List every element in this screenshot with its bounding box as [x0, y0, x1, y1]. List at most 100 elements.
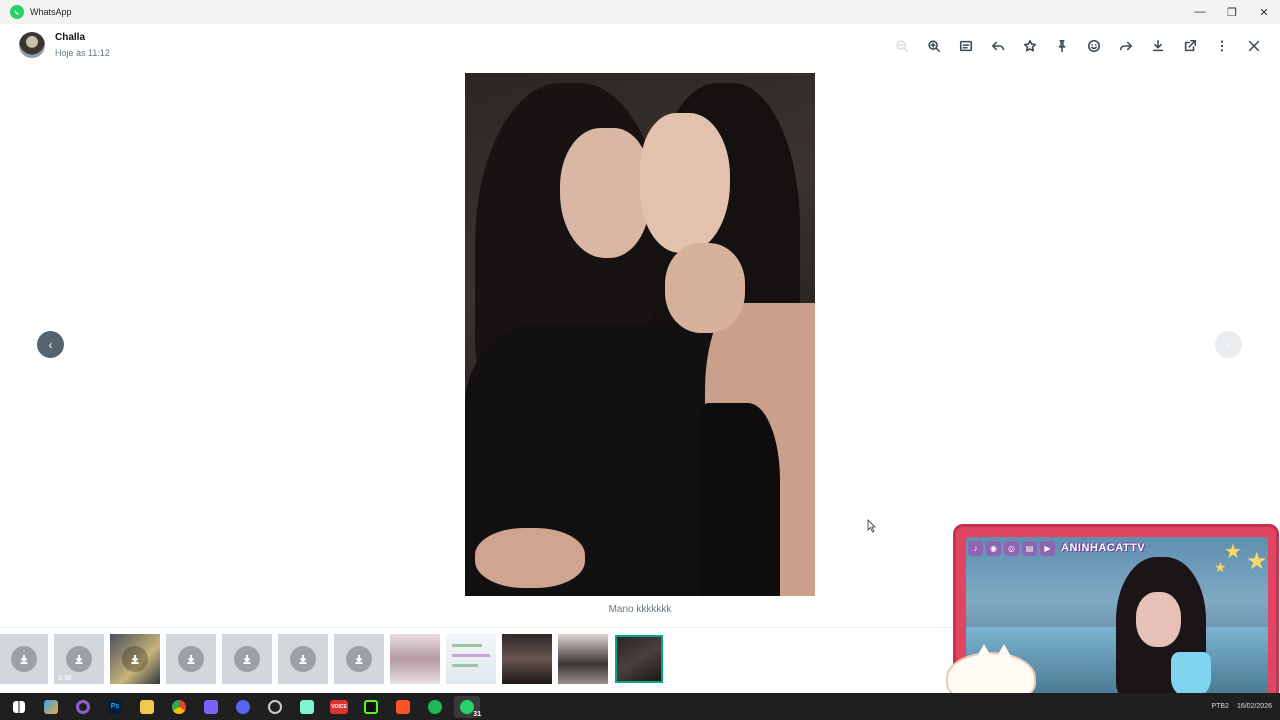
- open-external-icon: [1184, 39, 1197, 52]
- instagram-icon: ◎: [1004, 540, 1019, 556]
- windows-taskbar: Ps VOICE 31 PTB2 16/02/2026: [0, 693, 1280, 720]
- tray-date[interactable]: 16/02/2026: [1237, 703, 1272, 710]
- thumbnail-item[interactable]: [390, 634, 440, 684]
- taskbar-file-explorer[interactable]: [134, 696, 160, 718]
- taskbar-streamlabs[interactable]: [294, 696, 320, 718]
- start-icon: [13, 700, 25, 713]
- window-close-button[interactable]: ✕: [1248, 0, 1280, 24]
- webcam-shape: [1136, 592, 1181, 647]
- start-button[interactable]: [6, 696, 32, 718]
- avatar[interactable]: [19, 32, 45, 58]
- zoom-in-button[interactable]: [918, 30, 950, 62]
- star-decoration-icon: ★: [1246, 548, 1268, 575]
- photo-shape: [475, 528, 585, 588]
- taskbar-photoshop[interactable]: Ps: [102, 696, 128, 718]
- caption-button[interactable]: [950, 30, 982, 62]
- taskbar-brave[interactable]: [390, 696, 416, 718]
- photoshop-icon: Ps: [108, 699, 122, 714]
- pin-button[interactable]: [1046, 30, 1078, 62]
- viewer-toolbar: [886, 30, 1270, 62]
- copilot-icon: [44, 699, 58, 714]
- overlay-social-bar: ♪ ◉ ◎ ▤ ▶ ANINHACATTV: [968, 539, 1145, 557]
- brave-icon: [396, 699, 410, 714]
- photo-shape: [700, 403, 780, 596]
- sender-name: Challa: [55, 32, 86, 43]
- thumbnail-item[interactable]: [110, 634, 160, 684]
- thumbnail-item[interactable]: [278, 634, 328, 684]
- photo-shape: [560, 128, 650, 258]
- forward-icon: [1119, 41, 1133, 51]
- streamlabs-icon: [300, 699, 314, 714]
- download-icon: [234, 646, 260, 672]
- thumbnail-detail: [452, 664, 478, 667]
- mouse-cursor-icon: [867, 519, 876, 533]
- thumbnail-item[interactable]: 3:38: [54, 634, 104, 684]
- taskbar-chrome[interactable]: [166, 696, 192, 718]
- caption-icon: [959, 40, 973, 52]
- thumbnail-item-selected[interactable]: [615, 635, 663, 683]
- zoom-out-button: [886, 30, 918, 62]
- media-thumbnail-strip: 3:38: [0, 634, 664, 684]
- reply-icon: [991, 41, 1005, 51]
- taskbar-whatsapp[interactable]: 31: [454, 695, 482, 718]
- chrome-icon: [172, 699, 186, 714]
- taskbar-obs[interactable]: [262, 696, 288, 718]
- twitch-icon: ▤: [1022, 540, 1037, 556]
- whatsapp-logo-icon: [10, 5, 24, 19]
- thumbnail-detail: [452, 654, 490, 657]
- taskbar-kick[interactable]: [358, 696, 384, 718]
- voicemeeter-icon: VOICE: [330, 699, 348, 714]
- star-decoration-icon: ★: [1214, 559, 1227, 575]
- reply-button[interactable]: [982, 30, 1014, 62]
- thumbnail-item[interactable]: [446, 634, 496, 684]
- cat-ear: [996, 644, 1012, 658]
- thumbnail-item[interactable]: [0, 634, 48, 684]
- spotify-icon: [428, 699, 442, 714]
- taskbar-video-editor[interactable]: [198, 696, 224, 718]
- react-button[interactable]: [1078, 30, 1110, 62]
- kick-icon: [364, 699, 378, 714]
- thumbnail-item[interactable]: [334, 634, 384, 684]
- download-icon: [178, 646, 204, 672]
- download-icon: [290, 646, 316, 672]
- photo-shape: [640, 113, 730, 253]
- download-button[interactable]: [1142, 30, 1174, 62]
- cortana-icon: [76, 699, 90, 714]
- pin-icon: [1058, 39, 1066, 53]
- more-options-icon: [1220, 40, 1224, 52]
- zoom-in-icon: [928, 40, 941, 53]
- language-indicator[interactable]: PTB2: [1211, 703, 1229, 710]
- media-viewer-header: Challa Hoje às 11:12: [0, 24, 1280, 70]
- thumbnail-item[interactable]: [502, 634, 552, 684]
- download-icon: [122, 646, 148, 672]
- open-external-button[interactable]: [1174, 30, 1206, 62]
- thumbnail-item[interactable]: [558, 634, 608, 684]
- streamer-handle: ANINHACATTV: [1061, 542, 1146, 554]
- taskbar-spotify[interactable]: [422, 696, 448, 718]
- download-icon: [1152, 39, 1164, 52]
- star-icon: [1023, 39, 1037, 52]
- close-viewer-button[interactable]: [1238, 30, 1270, 62]
- minimize-button[interactable]: —: [1184, 0, 1216, 24]
- download-icon: [66, 646, 92, 672]
- taskbar-cortana[interactable]: [70, 696, 96, 718]
- notification-badge: 31: [472, 710, 482, 718]
- close-icon: [1248, 40, 1260, 52]
- zoom-out-icon: [896, 40, 909, 53]
- media-photo[interactable]: [465, 73, 815, 596]
- forward-button[interactable]: [1110, 30, 1142, 62]
- taskbar-discord[interactable]: [230, 696, 256, 718]
- photo-shape: [665, 243, 745, 333]
- star-decoration-icon: ★: [1224, 541, 1242, 563]
- more-options-button[interactable]: [1206, 30, 1238, 62]
- emoji-react-icon: [1087, 39, 1101, 53]
- taskbar-voicemeeter[interactable]: VOICE: [326, 696, 352, 718]
- thumbnail-item[interactable]: [222, 634, 272, 684]
- next-media-button[interactable]: ›: [1215, 331, 1242, 358]
- taskbar-copilot[interactable]: [38, 696, 64, 718]
- previous-media-button[interactable]: ‹: [37, 331, 64, 358]
- video-duration: 3:38: [58, 675, 72, 682]
- restore-button[interactable]: ❐: [1216, 0, 1248, 24]
- star-button[interactable]: [1014, 30, 1046, 62]
- thumbnail-item[interactable]: [166, 634, 216, 684]
